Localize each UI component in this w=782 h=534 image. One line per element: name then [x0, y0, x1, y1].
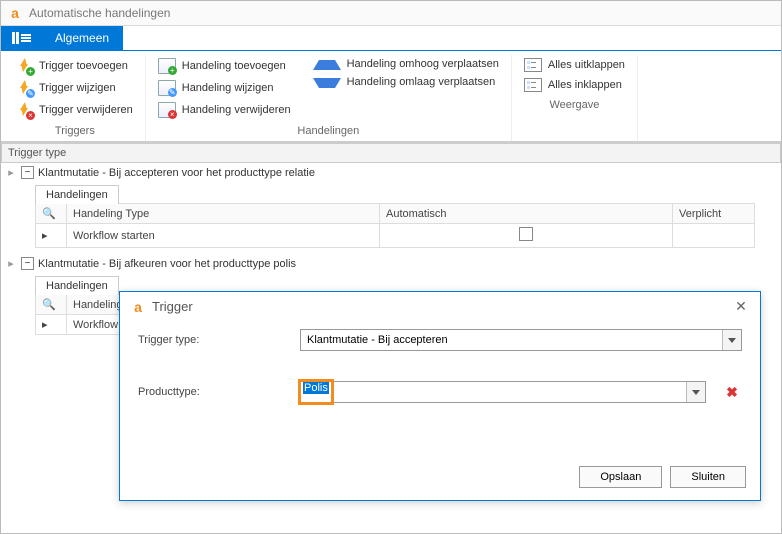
ribbon-tabstrip: Algemeen [1, 26, 781, 51]
dialog-title: Trigger [152, 299, 193, 314]
chevron-down-icon[interactable] [686, 382, 705, 402]
close-dialog-button[interactable]: Sluiten [670, 466, 746, 488]
hamburger-icon [21, 37, 31, 39]
trigger-type-label: Trigger type: [138, 334, 288, 346]
lightning-icon: ✎ [17, 80, 33, 96]
action-move-down-button[interactable]: Handeling omlaag verplaatsen [311, 75, 501, 89]
search-icon[interactable]: 🔍 [36, 204, 67, 224]
col-automatic[interactable]: Automatisch [380, 204, 673, 224]
app-icon: a [130, 299, 146, 315]
actions-table: 🔍 Handeling Type Automatisch Verplicht ▸… [35, 203, 755, 248]
lightning-icon: × [17, 102, 33, 118]
arrow-down-icon [313, 78, 341, 88]
producttype-combo[interactable]: Polis [300, 381, 706, 403]
row-indicator-icon: ▸ [36, 315, 67, 335]
group-label-view: Weergave [522, 97, 627, 115]
document-icon: + [158, 58, 176, 74]
tab-general[interactable]: Algemeen [41, 26, 123, 50]
producttype-value[interactable]: Polis [303, 382, 329, 394]
row-indicator-icon: ▸ [5, 166, 17, 179]
lightning-icon: + [17, 58, 33, 74]
checkbox[interactable] [519, 227, 533, 241]
trigger-type-combo[interactable] [300, 329, 742, 351]
arrow-up-icon [313, 60, 341, 70]
collapse-all-button[interactable]: Alles inklappen [522, 77, 627, 93]
action-move-up-button[interactable]: Handeling omhoog verplaatsen [311, 57, 501, 71]
trigger-type-input[interactable] [301, 330, 722, 350]
row-indicator-icon: ▸ [36, 224, 67, 248]
subgrid-tab[interactable]: Handelingen [35, 276, 119, 295]
expand-all-button[interactable]: Alles uitklappen [522, 57, 627, 73]
app-icon: a [7, 5, 23, 21]
group-label-actions: Handelingen [156, 123, 501, 141]
ribbon: +Trigger toevoegen ✎Trigger wijzigen ×Tr… [1, 51, 781, 142]
cell-action-type: Workflow starten [67, 224, 380, 248]
producttype-input[interactable] [334, 382, 686, 402]
action-add-button[interactable]: +Handeling toevoegen [156, 57, 293, 75]
action-delete-button[interactable]: ×Handeling verwijderen [156, 101, 293, 119]
producttype-label: Producttype: [138, 386, 288, 398]
save-button[interactable]: Opslaan [579, 466, 662, 488]
trigger-delete-button[interactable]: ×Trigger verwijderen [15, 101, 135, 119]
group-label-triggers: Triggers [15, 123, 135, 141]
trigger-title: Klantmutatie - Bij accepteren voor het p… [38, 167, 315, 179]
expander-button[interactable]: − [21, 166, 34, 179]
grid-column-header[interactable]: Trigger type [1, 143, 781, 163]
col-action-type[interactable]: Handeling Type [67, 204, 380, 224]
window-title: Automatische handelingen [29, 6, 170, 20]
document-icon: × [158, 102, 176, 118]
trigger-add-button[interactable]: +Trigger toevoegen [15, 57, 135, 75]
trigger-edit-button[interactable]: ✎Trigger wijzigen [15, 79, 135, 97]
clear-button[interactable]: ✖ [722, 382, 742, 402]
document-icon: ✎ [158, 80, 176, 96]
trigger-row[interactable]: ▸ − Klantmutatie - Bij accepteren voor h… [1, 163, 781, 182]
expander-button[interactable]: − [21, 257, 34, 270]
search-icon[interactable]: 🔍 [36, 295, 67, 315]
chevron-down-icon[interactable] [722, 330, 741, 350]
app-menu-button[interactable] [1, 26, 41, 50]
col-required[interactable]: Verplicht [673, 204, 755, 224]
action-edit-button[interactable]: ✎Handeling wijzigen [156, 79, 293, 97]
trigger-row[interactable]: ▸ − Klantmutatie - Bij afkeuren voor het… [1, 254, 781, 273]
tree-expand-icon [524, 58, 542, 72]
subgrid-tab[interactable]: Handelingen [35, 185, 119, 204]
tree-collapse-icon [524, 78, 542, 92]
close-button[interactable]: ✕ [732, 298, 750, 315]
window-titlebar: a Automatische handelingen [1, 1, 781, 26]
row-indicator-icon: ▸ [5, 257, 17, 270]
trigger-title: Klantmutatie - Bij afkeuren voor het pro… [38, 258, 296, 270]
table-row[interactable]: ▸ Workflow starten [36, 224, 755, 248]
highlight-annotation: Polis [298, 379, 334, 405]
trigger-dialog: a Trigger ✕ Trigger type: Producttype: P… [119, 291, 761, 501]
